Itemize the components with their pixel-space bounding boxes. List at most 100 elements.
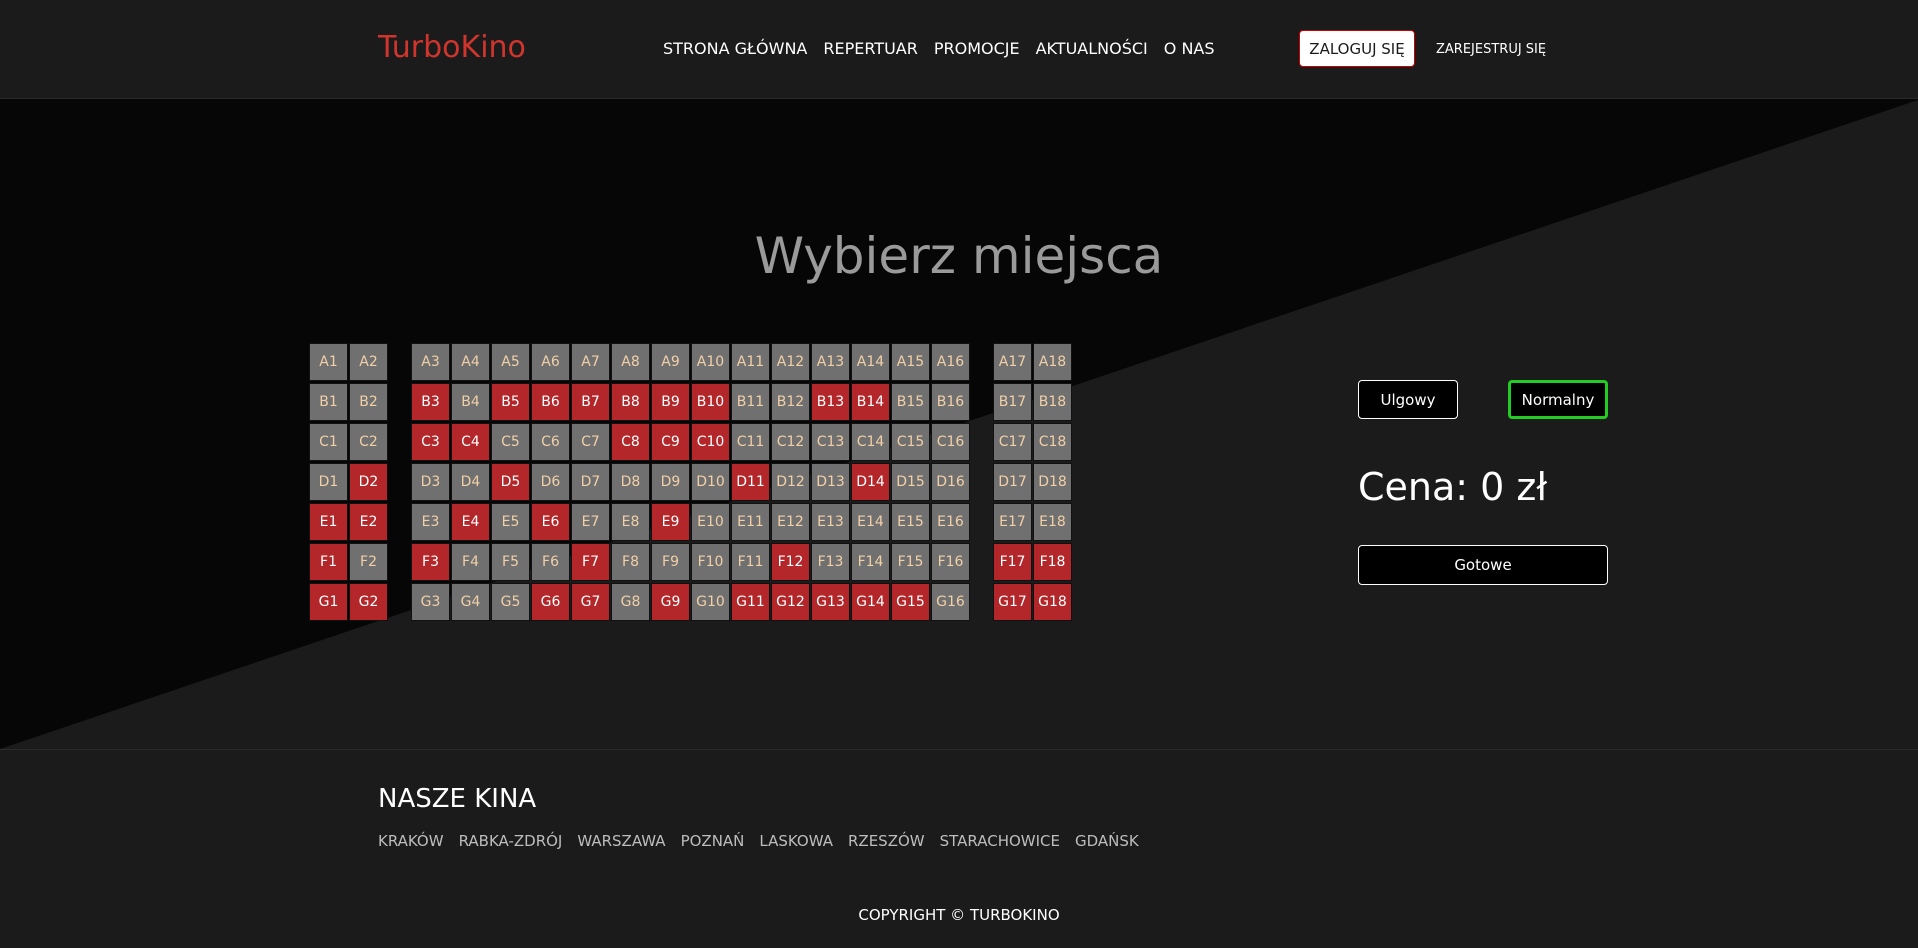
seat-e14[interactable]: E14 [851,503,890,541]
seat-d10[interactable]: D10 [691,463,730,501]
seat-g15[interactable]: G15 [891,583,930,621]
seat-f18[interactable]: F18 [1033,543,1072,581]
seat-g4[interactable]: G4 [451,583,490,621]
seat-g8[interactable]: G8 [611,583,650,621]
seat-c6[interactable]: C6 [531,423,570,461]
seat-b4[interactable]: B4 [451,383,490,421]
seat-a7[interactable]: A7 [571,343,610,381]
seat-d4[interactable]: D4 [451,463,490,501]
seat-f15[interactable]: F15 [891,543,930,581]
cinema-link[interactable]: WARSZAWA [577,832,665,850]
seat-a2[interactable]: A2 [349,343,388,381]
nav-repertoire[interactable]: REPERTUAR [823,39,917,58]
seat-d13[interactable]: D13 [811,463,850,501]
seat-e7[interactable]: E7 [571,503,610,541]
seat-b14[interactable]: B14 [851,383,890,421]
seat-b17[interactable]: B17 [993,383,1032,421]
seat-e8[interactable]: E8 [611,503,650,541]
seat-b18[interactable]: B18 [1033,383,1072,421]
seat-a10[interactable]: A10 [691,343,730,381]
seat-d6[interactable]: D6 [531,463,570,501]
cinema-link[interactable]: STARACHOWICE [940,832,1060,850]
seat-c9[interactable]: C9 [651,423,690,461]
logo[interactable]: TurboKino [378,30,526,65]
seat-e15[interactable]: E15 [891,503,930,541]
seat-g18[interactable]: G18 [1033,583,1072,621]
done-button[interactable]: Gotowe [1358,545,1608,585]
seat-b6[interactable]: B6 [531,383,570,421]
seat-d7[interactable]: D7 [571,463,610,501]
seat-e17[interactable]: E17 [993,503,1032,541]
seat-d11[interactable]: D11 [731,463,770,501]
seat-g9[interactable]: G9 [651,583,690,621]
seat-g10[interactable]: G10 [691,583,730,621]
seat-e5[interactable]: E5 [491,503,530,541]
seat-f10[interactable]: F10 [691,543,730,581]
nav-home[interactable]: STRONA GŁÓWNA [663,39,807,58]
seat-f4[interactable]: F4 [451,543,490,581]
seat-e3[interactable]: E3 [411,503,450,541]
seat-c12[interactable]: C12 [771,423,810,461]
seat-g5[interactable]: G5 [491,583,530,621]
seat-g6[interactable]: G6 [531,583,570,621]
seat-g1[interactable]: G1 [309,583,348,621]
seat-d2[interactable]: D2 [349,463,388,501]
ticket-reduced-button[interactable]: Ulgowy [1358,380,1458,419]
seat-d5[interactable]: D5 [491,463,530,501]
seat-d18[interactable]: D18 [1033,463,1072,501]
seat-f17[interactable]: F17 [993,543,1032,581]
seat-f2[interactable]: F2 [349,543,388,581]
seat-c10[interactable]: C10 [691,423,730,461]
seat-e6[interactable]: E6 [531,503,570,541]
seat-a6[interactable]: A6 [531,343,570,381]
seat-e12[interactable]: E12 [771,503,810,541]
seat-e10[interactable]: E10 [691,503,730,541]
seat-c15[interactable]: C15 [891,423,930,461]
seat-d9[interactable]: D9 [651,463,690,501]
seat-g3[interactable]: G3 [411,583,450,621]
seat-g16[interactable]: G16 [931,583,970,621]
cinema-link[interactable]: GDAŃSK [1075,832,1139,850]
seat-f1[interactable]: F1 [309,543,348,581]
seat-a16[interactable]: A16 [931,343,970,381]
seat-c1[interactable]: C1 [309,423,348,461]
seat-f6[interactable]: F6 [531,543,570,581]
nav-about[interactable]: O NAS [1164,39,1215,58]
seat-e13[interactable]: E13 [811,503,850,541]
seat-b15[interactable]: B15 [891,383,930,421]
seat-c16[interactable]: C16 [931,423,970,461]
seat-c8[interactable]: C8 [611,423,650,461]
seat-d12[interactable]: D12 [771,463,810,501]
seat-d14[interactable]: D14 [851,463,890,501]
seat-b13[interactable]: B13 [811,383,850,421]
seat-c7[interactable]: C7 [571,423,610,461]
seat-d16[interactable]: D16 [931,463,970,501]
seat-a12[interactable]: A12 [771,343,810,381]
seat-a18[interactable]: A18 [1033,343,1072,381]
seat-e2[interactable]: E2 [349,503,388,541]
seat-f12[interactable]: F12 [771,543,810,581]
seat-f9[interactable]: F9 [651,543,690,581]
seat-b9[interactable]: B9 [651,383,690,421]
seat-a8[interactable]: A8 [611,343,650,381]
seat-b12[interactable]: B12 [771,383,810,421]
seat-e9[interactable]: E9 [651,503,690,541]
seat-g17[interactable]: G17 [993,583,1032,621]
seat-c14[interactable]: C14 [851,423,890,461]
seat-a3[interactable]: A3 [411,343,450,381]
cinema-link[interactable]: LASKOWA [759,832,833,850]
seat-g7[interactable]: G7 [571,583,610,621]
seat-d3[interactable]: D3 [411,463,450,501]
seat-b5[interactable]: B5 [491,383,530,421]
seat-a9[interactable]: A9 [651,343,690,381]
seat-f8[interactable]: F8 [611,543,650,581]
seat-a14[interactable]: A14 [851,343,890,381]
seat-e11[interactable]: E11 [731,503,770,541]
seat-f7[interactable]: F7 [571,543,610,581]
seat-e18[interactable]: E18 [1033,503,1072,541]
seat-d17[interactable]: D17 [993,463,1032,501]
nav-news[interactable]: AKTUALNOŚCI [1036,39,1148,58]
cinema-link[interactable]: KRAKÓW [378,832,444,850]
cinema-link[interactable]: RZESZÓW [848,832,925,850]
seat-g13[interactable]: G13 [811,583,850,621]
